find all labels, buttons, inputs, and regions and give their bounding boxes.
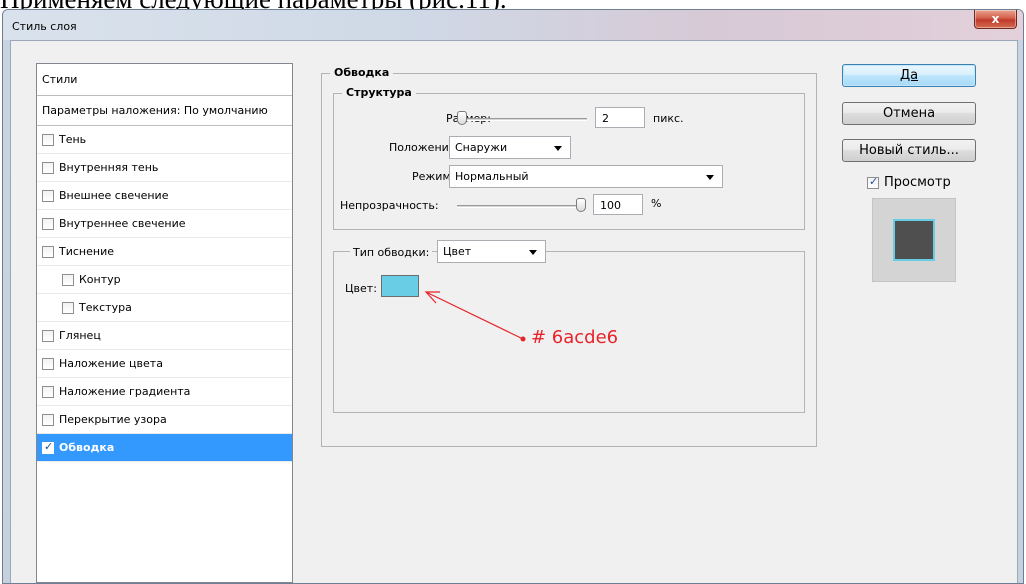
style-preview — [872, 198, 956, 282]
ok-button[interactable]: Да — [842, 64, 976, 87]
title-bar[interactable]: Стиль слоя x — [3, 10, 1023, 40]
preview-checkbox[interactable]: Просмотр — [867, 175, 951, 190]
dialog-body: Стили Параметры наложения: По умолчанию … — [10, 40, 1018, 583]
window-title: Стиль слоя — [12, 20, 77, 33]
new-style-button[interactable]: Новый стиль... — [842, 139, 976, 162]
preview-checkbox-box[interactable] — [867, 175, 879, 189]
preview-label: Просмотр — [884, 175, 951, 190]
layer-style-dialog: Стиль слоя x Стили Параметры наложения: … — [2, 9, 1024, 584]
preview-thumbnail — [893, 219, 935, 261]
color-annotation: # 6acde6 — [531, 327, 619, 348]
close-icon: x — [991, 12, 1000, 26]
close-button[interactable]: x — [974, 10, 1017, 29]
cancel-button[interactable]: Отмена — [842, 102, 976, 125]
